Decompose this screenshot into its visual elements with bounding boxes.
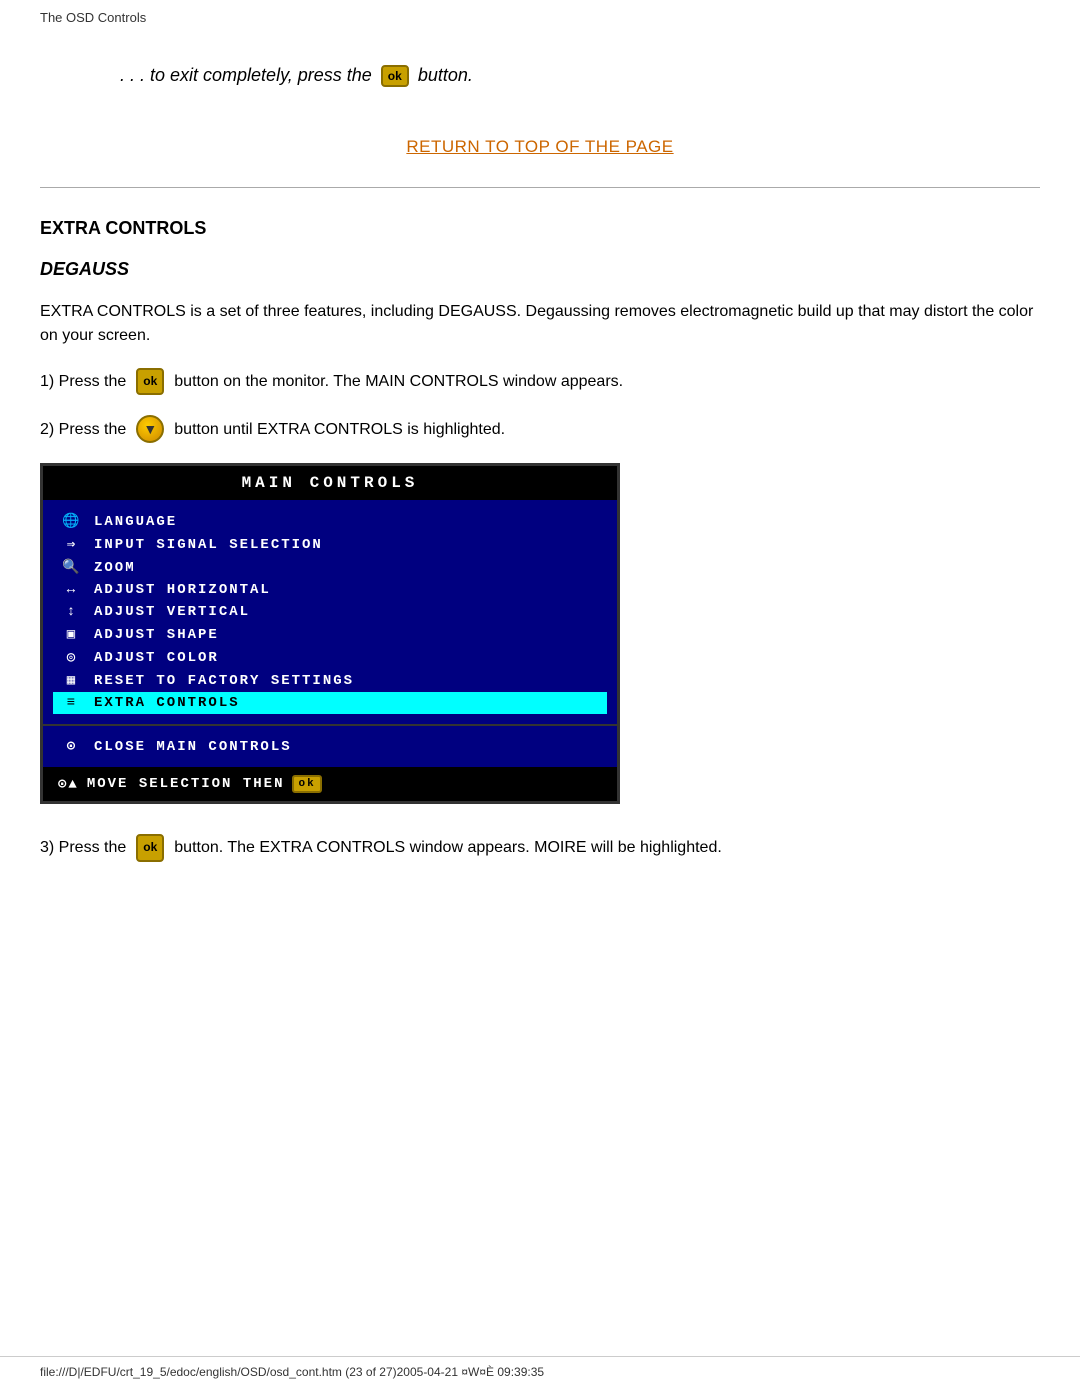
language-icon: 🌐 <box>58 513 86 530</box>
osd-item-reset-factory: ▦ RESET TO FACTORY SETTINGS <box>58 669 602 692</box>
ok-button-icon-step1: ok <box>136 368 164 395</box>
section-divider <box>40 187 1040 188</box>
osd-label-adjust-color: ADJUST COLOR <box>94 650 219 666</box>
osd-label-input-signal: INPUT SIGNAL SELECTION <box>94 537 323 553</box>
osd-item-adjust-color: ◎ ADJUST COLOR <box>58 646 602 669</box>
step-1: 1) Press the ok button on the monitor. T… <box>40 368 1040 395</box>
osd-item-adjust-vertical: ↕ ADJUST VERTICAL <box>58 601 602 623</box>
return-link-container[interactable]: RETURN TO TOP OF THE PAGE <box>40 117 1040 187</box>
osd-item-adjust-horizontal: ↔ ADJUST HORIZONTAL <box>58 579 602 601</box>
exit-text-after: button. <box>418 65 473 85</box>
close-icon: ⊙ <box>58 738 86 755</box>
step2-suffix: button until EXTRA CONTROLS is highlight… <box>174 417 505 443</box>
osd-title-bar: MAIN CONTROLS <box>43 466 617 500</box>
osd-item-adjust-shape: ▣ ADJUST SHAPE <box>58 623 602 646</box>
extra-controls-icon: ≡ <box>58 695 86 711</box>
exit-text-before: . . . to exit completely, press the <box>120 65 372 85</box>
footer-icons: ⊙▲ <box>58 776 79 793</box>
down-button-icon-step2: ▼ <box>136 415 164 443</box>
adjust-color-icon: ◎ <box>58 649 86 666</box>
adjust-shape-icon: ▣ <box>58 626 86 643</box>
ok-button-icon-step3: ok <box>136 834 164 861</box>
osd-item-zoom: 🔍 ZOOM <box>58 556 602 579</box>
adjust-horizontal-icon: ↔ <box>58 582 86 598</box>
page-footer: file:///D|/EDFU/crt_19_5/edoc/english/OS… <box>0 1356 1080 1387</box>
step1-prefix: 1) Press the <box>40 369 126 395</box>
adjust-vertical-icon: ↕ <box>58 604 86 620</box>
top-section: . . . to exit completely, press the ok b… <box>40 35 1040 117</box>
page-header-label: The OSD Controls <box>40 10 1040 25</box>
osd-item-extra-controls: ≡ EXTRA CONTROLS <box>53 692 607 714</box>
degauss-subtitle: DEGAUSS <box>40 259 1040 280</box>
osd-label-adjust-shape: ADJUST SHAPE <box>94 627 219 643</box>
osd-screen: MAIN CONTROLS 🌐 LANGUAGE ⇒ INPUT SIGNAL … <box>40 463 620 804</box>
osd-bottom-section: ⊙ CLOSE MAIN CONTROLS <box>43 724 617 767</box>
osd-label-extra-controls: EXTRA CONTROLS <box>94 695 240 711</box>
return-to-top-link[interactable]: RETURN TO TOP OF THE PAGE <box>406 137 673 156</box>
osd-label-adjust-horizontal: ADJUST HORIZONTAL <box>94 582 271 598</box>
osd-label-language: LANGUAGE <box>94 514 177 530</box>
body-description: EXTRA CONTROLS is a set of three feature… <box>40 300 1040 348</box>
ok-button-icon-top: ok <box>381 65 409 87</box>
step-2: 2) Press the ▼ button until EXTRA CONTRO… <box>40 415 1040 443</box>
footer-text: file:///D|/EDFU/crt_19_5/edoc/english/OS… <box>40 1365 544 1379</box>
osd-close-row: ⊙ CLOSE MAIN CONTROLS <box>58 734 602 759</box>
step-3: 3) Press the ok button. The EXTRA CONTRO… <box>40 834 1040 861</box>
zoom-icon: 🔍 <box>58 559 86 576</box>
osd-close-label: CLOSE MAIN CONTROLS <box>94 739 292 755</box>
step1-suffix: button on the monitor. The MAIN CONTROLS… <box>174 369 623 395</box>
ok-small-footer: ok <box>292 775 321 793</box>
osd-menu-items: 🌐 LANGUAGE ⇒ INPUT SIGNAL SELECTION 🔍 ZO… <box>43 500 617 724</box>
input-signal-icon: ⇒ <box>58 536 86 553</box>
osd-label-reset-factory: RESET TO FACTORY SETTINGS <box>94 673 354 689</box>
osd-item-input-signal: ⇒ INPUT SIGNAL SELECTION <box>58 533 602 556</box>
osd-item-language: 🌐 LANGUAGE <box>58 510 602 533</box>
step3-suffix: button. The EXTRA CONTROLS window appear… <box>174 835 722 861</box>
extra-controls-title: EXTRA CONTROLS <box>40 218 1040 239</box>
step2-prefix: 2) Press the <box>40 417 126 443</box>
osd-label-zoom: ZOOM <box>94 560 136 576</box>
footer-label: MOVE SELECTION THEN <box>87 776 285 792</box>
osd-footer-bar: ⊙▲ MOVE SELECTION THEN ok <box>43 767 617 801</box>
step3-prefix: 3) Press the <box>40 835 126 861</box>
osd-label-adjust-vertical: ADJUST VERTICAL <box>94 604 250 620</box>
reset-factory-icon: ▦ <box>58 672 86 689</box>
